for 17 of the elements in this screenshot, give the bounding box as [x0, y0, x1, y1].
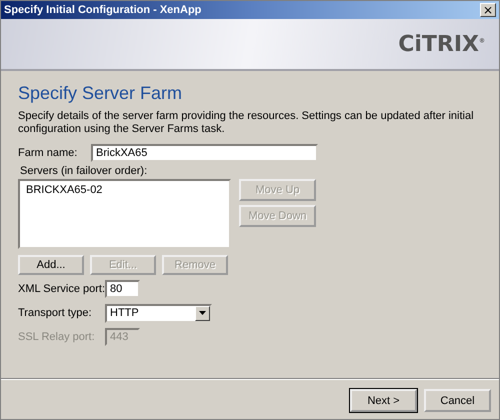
field-label: SSL Relay port:: [18, 331, 96, 343]
close-button[interactable]: ×: [480, 3, 496, 17]
logo: CiTRIX$^{®}$: [398, 32, 485, 56]
description: Specify details of the server farm providing the resources. Settings can be updated after initial configuration using the Server Farms task.: [18, 110, 475, 136]
list-item[interactable]: BRICKXA65-02: [24, 183, 225, 197]
page-heading: Specify Server Farm: [18, 83, 184, 104]
window-title: Specify Initial Configuration - XenApp: [4, 4, 202, 16]
field-label: XML Service port:: [18, 283, 105, 295]
port-field[interactable]: 80: [105, 280, 140, 298]
transport-dropdown[interactable]: HTTP: [105, 304, 212, 322]
field-label: Transport type:: [18, 307, 93, 319]
footer-button[interactable]: Next >: [350, 389, 417, 412]
list-button[interactable]: Add...: [18, 255, 84, 275]
field-label: Farm name:: [18, 147, 78, 159]
footer-button[interactable]: Cancel: [424, 389, 491, 412]
farm-name-field[interactable]: BrickXA65: [91, 144, 318, 162]
servers-label: Servers (in failover order):: [19, 165, 148, 177]
